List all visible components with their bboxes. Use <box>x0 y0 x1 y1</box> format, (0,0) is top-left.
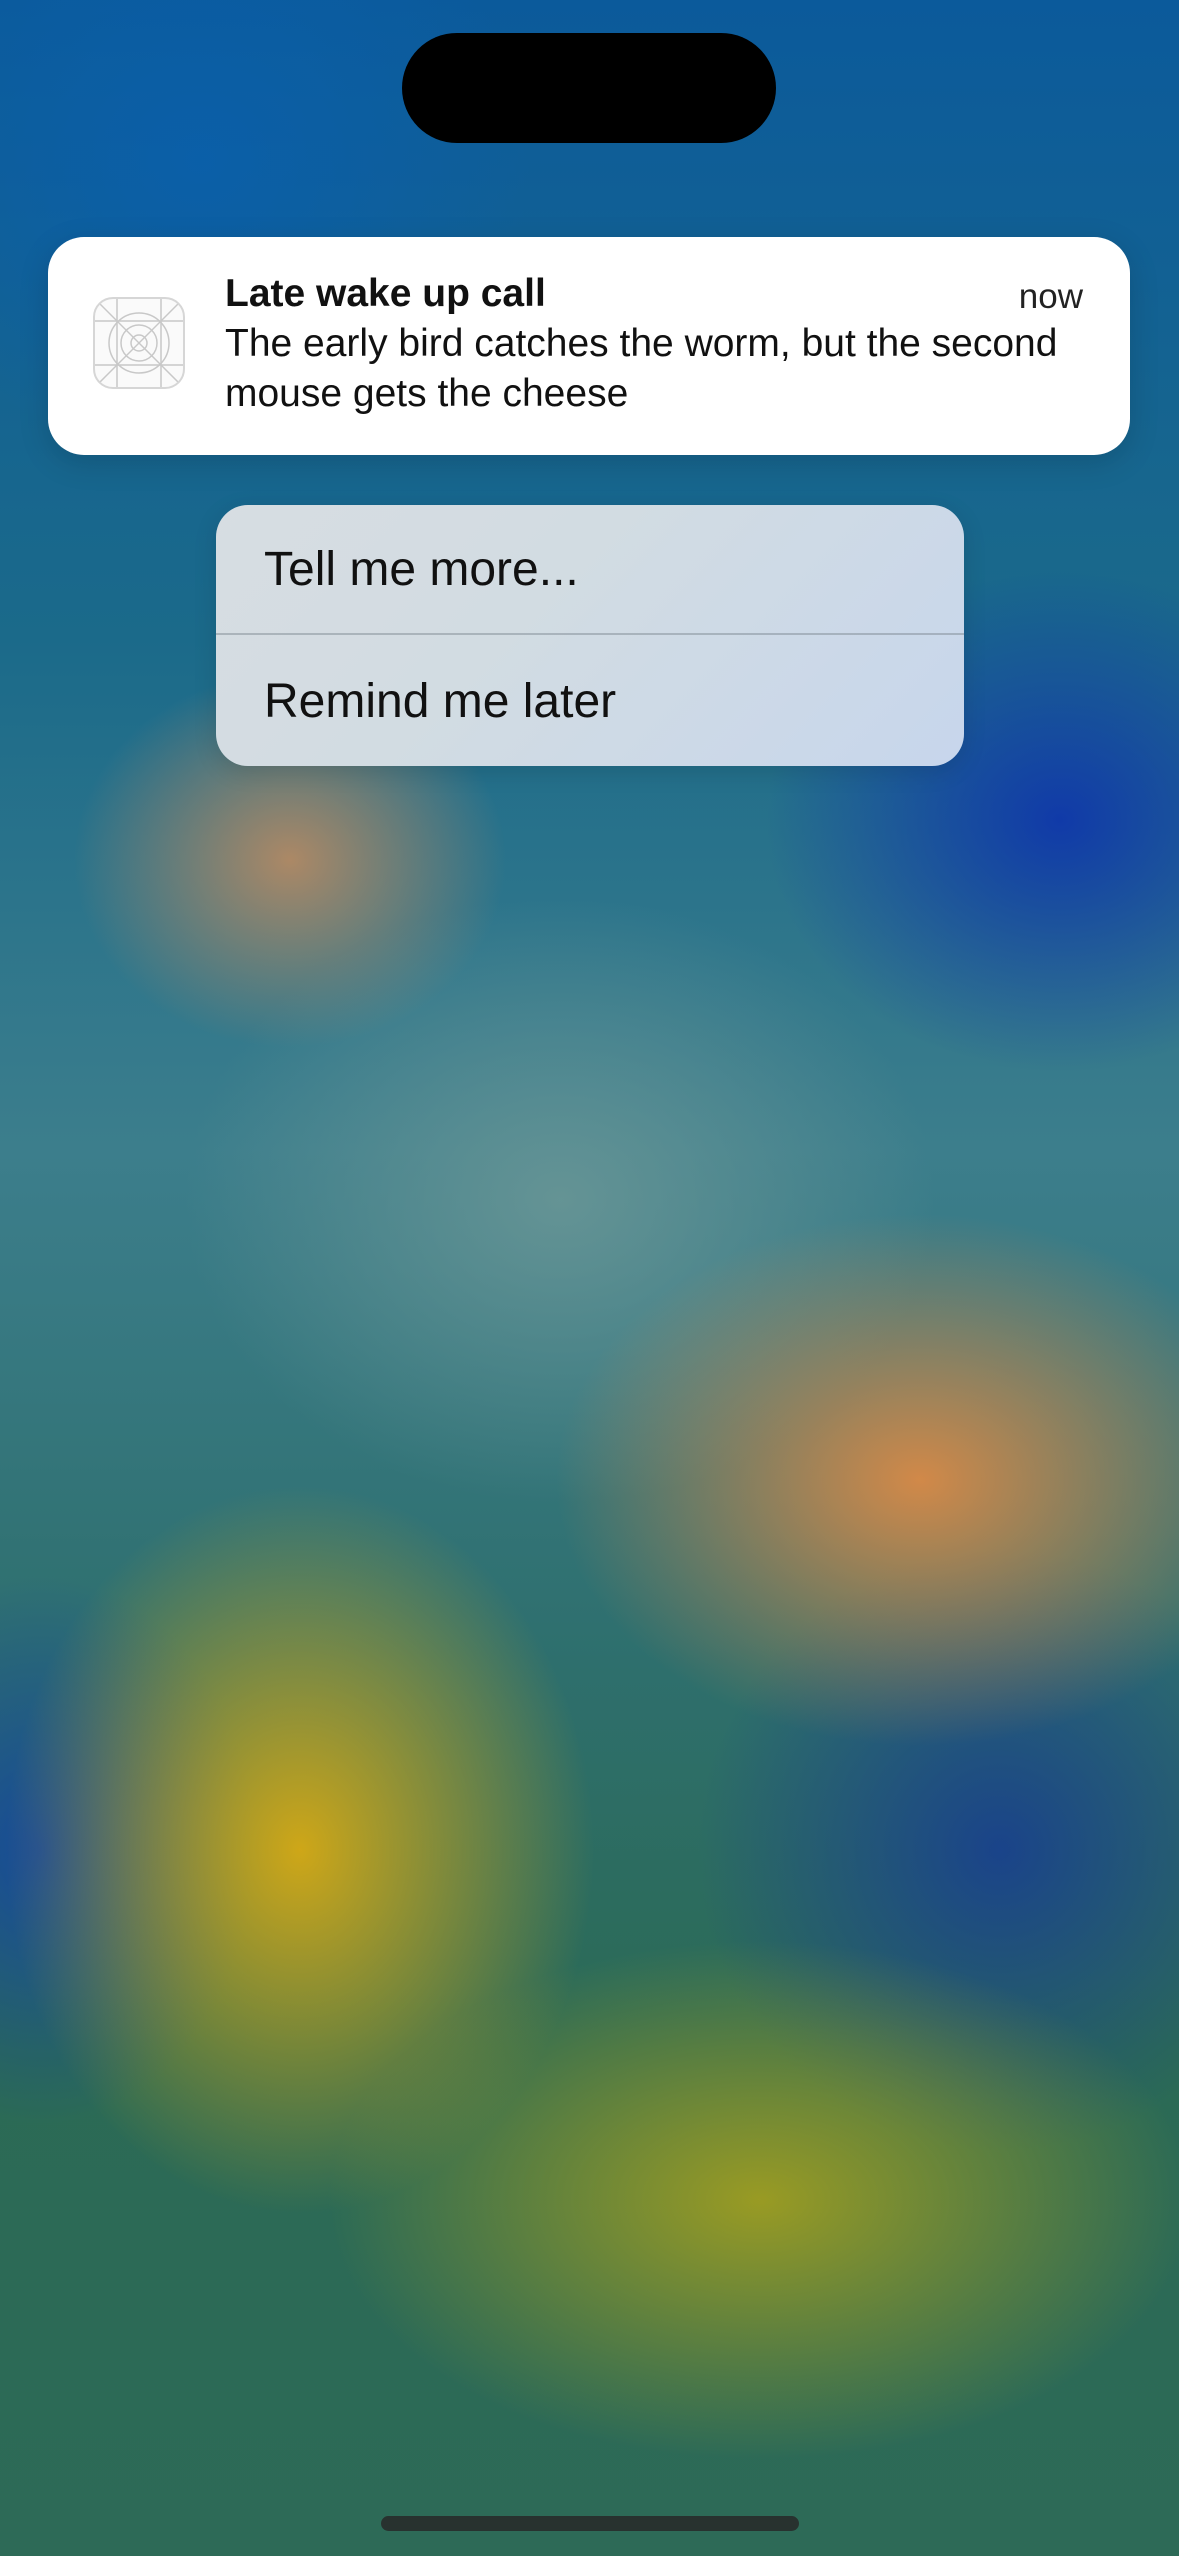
notification-banner[interactable]: Late wake up call now The early bird cat… <box>48 237 1130 455</box>
notification-time: now <box>1018 277 1083 316</box>
app-placeholder-icon <box>93 297 185 389</box>
dynamic-island <box>402 33 776 143</box>
home-indicator[interactable] <box>381 2516 799 2531</box>
notification-body: The early bird catches the worm, but the… <box>225 322 1058 415</box>
remind-me-later-button[interactable]: Remind me later <box>216 636 964 766</box>
tell-me-more-button[interactable]: Tell me more... <box>216 505 964 635</box>
notification-action-menu: Tell me more... Remind me later <box>216 505 964 766</box>
notification-title: Late wake up call <box>225 272 546 315</box>
